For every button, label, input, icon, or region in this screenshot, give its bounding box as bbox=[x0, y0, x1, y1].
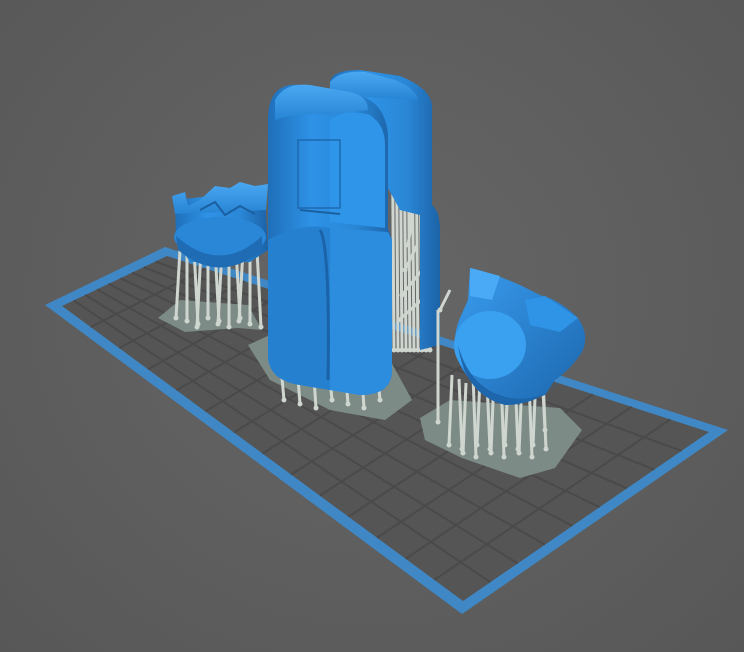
support-foot bbox=[529, 454, 535, 460]
small-tank-model bbox=[172, 182, 268, 268]
support-foot bbox=[329, 397, 335, 403]
tall-tower-model bbox=[268, 84, 392, 395]
support-foot bbox=[530, 442, 536, 448]
support-foot bbox=[194, 324, 200, 330]
support-foot bbox=[215, 321, 221, 327]
support-foot bbox=[377, 397, 383, 403]
support-foot bbox=[247, 321, 253, 327]
support-pillar bbox=[280, 377, 286, 401]
support-foot bbox=[173, 315, 179, 321]
support-foot bbox=[399, 292, 405, 298]
support-foot bbox=[402, 267, 408, 273]
support-foot bbox=[396, 317, 402, 323]
support-foot bbox=[543, 446, 549, 452]
support-foot bbox=[516, 450, 522, 456]
support-foot bbox=[435, 419, 441, 425]
support-foot bbox=[473, 454, 479, 460]
support-foot bbox=[437, 307, 443, 313]
support-foot bbox=[460, 450, 466, 456]
support-foot bbox=[427, 347, 433, 353]
support-foot bbox=[281, 397, 287, 403]
support-foot bbox=[542, 427, 548, 433]
support-foot bbox=[226, 324, 232, 330]
support-foot bbox=[205, 315, 211, 321]
support-foot bbox=[502, 442, 508, 448]
support-foot bbox=[313, 405, 319, 411]
support-foot bbox=[184, 318, 190, 324]
support-foot bbox=[297, 401, 303, 407]
support-foot bbox=[488, 450, 494, 456]
support-foot bbox=[361, 405, 367, 411]
support-foot bbox=[446, 442, 452, 448]
support-foot bbox=[345, 401, 351, 407]
3d-viewport[interactable] bbox=[0, 0, 744, 652]
support-pillar bbox=[438, 289, 452, 311]
support-foot bbox=[474, 442, 480, 448]
support-foot bbox=[258, 324, 264, 330]
support-foot bbox=[405, 242, 411, 248]
support-pillar bbox=[403, 244, 419, 271]
scene-canvas[interactable] bbox=[0, 0, 744, 652]
support-foot bbox=[236, 318, 242, 324]
support-foot bbox=[501, 454, 507, 460]
